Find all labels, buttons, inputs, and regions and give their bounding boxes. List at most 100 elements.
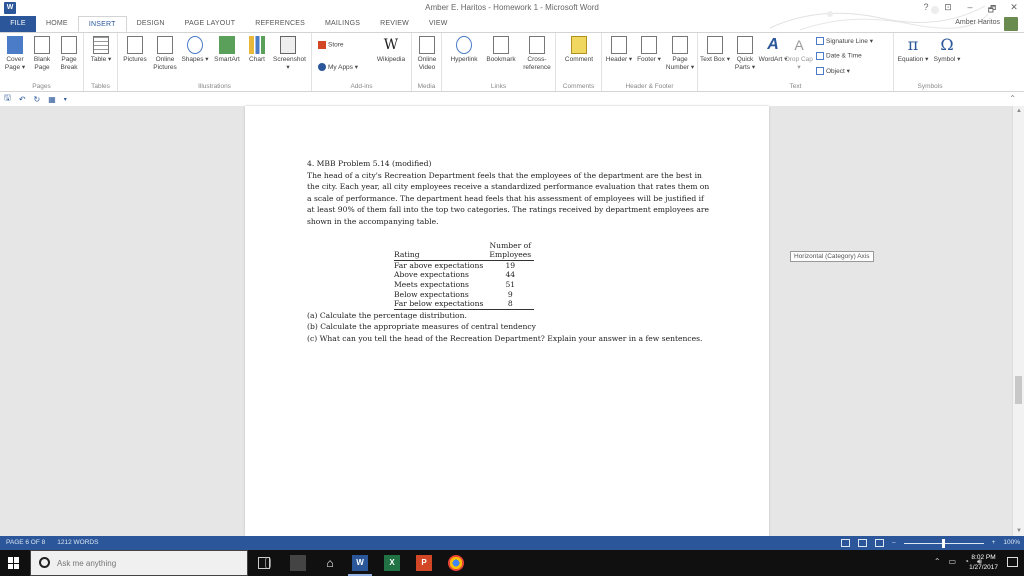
page-number-icon [672, 36, 688, 54]
undo-icon[interactable]: ↶ [19, 95, 26, 104]
quick-parts-button[interactable]: Quick Parts ▾ [730, 36, 760, 72]
shapes-button[interactable]: Shapes ▾ [180, 36, 210, 64]
home-icon[interactable]: ⌂ [322, 555, 338, 571]
text-box-button[interactable]: Text Box ▾ [700, 36, 730, 64]
equation-button[interactable]: π Equation ▾ [896, 36, 930, 64]
search-input[interactable] [57, 555, 237, 571]
hyperlink-button[interactable]: Hyperlink [446, 36, 482, 64]
object-icon [816, 67, 824, 76]
zoom-slider-thumb[interactable] [941, 538, 945, 548]
print-layout-icon[interactable] [857, 539, 867, 547]
table-icon [93, 36, 109, 54]
tray-expand-icon[interactable]: ⌃ [934, 557, 941, 567]
wikipedia-button[interactable]: W Wikipedia [376, 36, 406, 64]
clock[interactable]: 8:02 PM 1/27/2017 [969, 553, 998, 573]
cover-page-button[interactable]: Cover Page ▾ [0, 36, 30, 72]
scroll-thumb[interactable] [1015, 376, 1022, 404]
my-apps-button[interactable]: My Apps ▾ [318, 63, 358, 72]
document-page[interactable]: 4. MBB Problem 5.14 (modified) The head … [245, 106, 769, 536]
group-pages: Cover Page ▾ Blank Page Page Break Pages [0, 33, 84, 91]
table-row: Below expectations 9 [394, 289, 513, 299]
cortana-search-box[interactable] [30, 550, 271, 576]
tab-design[interactable]: DESIGN [127, 16, 175, 32]
comment-icon [571, 36, 587, 54]
signature-icon [816, 37, 824, 46]
pictures-icon [127, 36, 143, 54]
smartart-button[interactable]: SmartArt [212, 36, 242, 64]
document-workspace: 4. MBB Problem 5.14 (modified) The head … [0, 106, 1012, 536]
web-layout-icon[interactable] [874, 539, 884, 547]
group-tables: Table ▾ Tables [84, 33, 118, 91]
collapse-ribbon-icon[interactable]: ⌃ [1009, 94, 1016, 103]
word-taskbar-icon[interactable]: W [348, 555, 372, 576]
store-taskbar-icon[interactable] [290, 555, 306, 571]
tab-references[interactable]: REFERENCES [245, 16, 315, 32]
date-time-button[interactable]: Date & Time [816, 52, 862, 60]
pictures-button[interactable]: Pictures [120, 36, 150, 64]
table-button[interactable]: Table ▾ [86, 36, 116, 64]
user-name[interactable]: Amber Haritos [955, 19, 1000, 26]
header-icon [611, 36, 627, 54]
page-count[interactable]: PAGE 6 OF 8 [6, 536, 45, 550]
blank-page-button[interactable]: Blank Page [27, 36, 57, 72]
zoom-level[interactable]: 100% [1003, 536, 1020, 550]
scroll-up-icon[interactable]: ▲ [1013, 108, 1024, 114]
windows-start-icon[interactable] [8, 557, 20, 569]
table-grid-icon[interactable]: ▦ [48, 95, 56, 104]
header-button[interactable]: Header ▾ [604, 36, 634, 64]
chrome-taskbar-icon[interactable] [448, 555, 464, 571]
scroll-down-icon[interactable]: ▼ [1013, 528, 1024, 534]
battery-icon[interactable]: ▭ [949, 557, 957, 567]
group-label-symbols: Symbols [917, 83, 943, 90]
customize-toolbar-icon[interactable]: ▾ [64, 96, 67, 103]
signature-line-button[interactable]: Signature Line ▾ [816, 37, 873, 46]
group-add-ins: Store My Apps ▾ W Wikipedia Add-ins [312, 33, 412, 91]
question-c: (c) What can you tell the head of the Re… [307, 333, 703, 343]
tab-home[interactable]: HOME [36, 16, 78, 32]
read-mode-icon[interactable] [840, 539, 850, 547]
comment-button[interactable]: Comment [562, 36, 596, 64]
tab-view[interactable]: VIEW [419, 16, 458, 32]
online-pictures-button[interactable]: Online Pictures [150, 36, 180, 72]
screenshot-button[interactable]: Screenshot ▾ [273, 36, 306, 72]
notification-icon[interactable] [1007, 557, 1018, 567]
excel-taskbar-icon[interactable]: X [384, 555, 400, 571]
tab-page-layout[interactable]: PAGE LAYOUT [175, 16, 246, 32]
document-content[interactable]: 4. MBB Problem 5.14 (modified) The head … [307, 158, 712, 345]
drop-cap-button[interactable]: A Drop Cap ▾ [784, 36, 814, 72]
group-comments: Comment Comments [556, 33, 602, 91]
symbol-button[interactable]: Ω Symbol ▾ [932, 36, 962, 64]
calendar-icon [816, 52, 824, 60]
wikipedia-icon: W [383, 37, 399, 53]
page-break-button[interactable]: Page Break [54, 36, 84, 72]
zoom-out-icon[interactable]: – [892, 536, 896, 550]
chart-button[interactable]: Chart [242, 36, 272, 64]
table-row: Far below expectations 8 [394, 299, 535, 310]
wordart-icon: A [767, 36, 779, 53]
object-button[interactable]: Object ▾ [816, 67, 850, 76]
status-bar: PAGE 6 OF 8 1212 WORDS – + 100% [0, 536, 1024, 550]
group-label-add-ins: Add-ins [350, 83, 373, 90]
zoom-slider[interactable] [903, 538, 984, 548]
online-video-button[interactable]: Online Video [412, 36, 442, 72]
redo-icon[interactable]: ↻ [34, 95, 41, 104]
quick-parts-icon [737, 36, 753, 54]
vertical-scrollbar[interactable]: ▲ ▼ [1012, 106, 1024, 536]
avatar[interactable] [1004, 17, 1018, 31]
cross-reference-button[interactable]: Cross-reference [520, 36, 554, 72]
bookmark-button[interactable]: Bookmark [484, 36, 518, 64]
tab-file[interactable]: FILE [0, 16, 36, 32]
store-button[interactable]: Store [318, 41, 344, 49]
zoom-in-icon[interactable]: + [992, 536, 996, 550]
tab-insert[interactable]: INSERT [77, 16, 127, 32]
ratings-table: Rating Number of Employees Far above expe… [394, 240, 535, 310]
powerpoint-taskbar-icon[interactable]: P [416, 555, 432, 571]
footer-button[interactable]: Footer ▾ [634, 36, 664, 64]
task-view-icon[interactable] [258, 557, 270, 569]
table-header-employees: Number of Employees [489, 240, 532, 260]
page-number-button[interactable]: Page Number ▾ [664, 36, 696, 72]
save-icon[interactable]: 🖫 [4, 92, 11, 106]
tab-mailings[interactable]: MAILINGS [315, 16, 370, 32]
tab-review[interactable]: REVIEW [370, 16, 419, 32]
word-count[interactable]: 1212 WORDS [57, 536, 98, 550]
